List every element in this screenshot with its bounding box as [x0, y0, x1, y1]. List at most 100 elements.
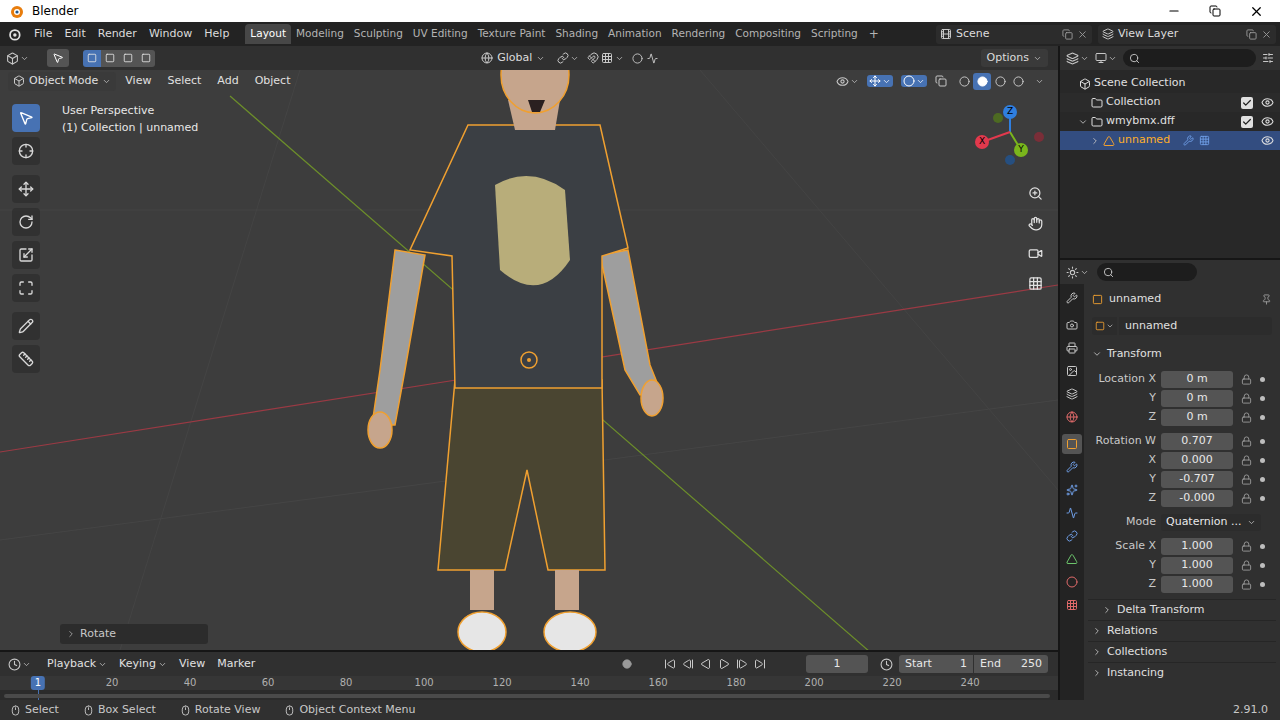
- workspace-tab[interactable]: Shading: [550, 24, 603, 44]
- viewport-menu-item[interactable]: View: [118, 73, 158, 90]
- property-field[interactable]: -0.707: [1161, 471, 1233, 488]
- tool-button[interactable]: [12, 104, 40, 132]
- properties-tab[interactable]: [1062, 549, 1082, 569]
- select-mode-button[interactable]: [119, 50, 137, 67]
- character-model[interactable]: [368, 70, 663, 650]
- proportional-edit-button[interactable]: [632, 53, 658, 64]
- menu-item[interactable]: Edit: [58, 26, 91, 43]
- lock-icon[interactable]: [1241, 393, 1252, 404]
- expanded-icon[interactable]: [1078, 117, 1088, 127]
- keyframe-dot[interactable]: [1260, 496, 1265, 501]
- menu-item[interactable]: File: [28, 26, 58, 43]
- keyframe-back-icon[interactable]: [682, 658, 694, 670]
- play-icon[interactable]: [718, 658, 730, 670]
- lock-icon[interactable]: [1241, 474, 1252, 485]
- viewport-area[interactable]: Object ModeViewSelectAddObjectUser Persp…: [0, 70, 1058, 650]
- workspace-tab[interactable]: Animation: [603, 24, 667, 44]
- tool-button[interactable]: [12, 241, 40, 269]
- workspace-tab[interactable]: UV Editing: [408, 24, 473, 44]
- property-dropdown[interactable]: Quaternion ...: [1161, 514, 1261, 531]
- property-field[interactable]: -0.000: [1161, 490, 1233, 507]
- properties-tab[interactable]: [1062, 407, 1082, 427]
- keyframe-dot[interactable]: [1260, 458, 1265, 463]
- gizmo-axis[interactable]: X: [975, 135, 989, 149]
- visibility-icon[interactable]: [1261, 96, 1274, 109]
- preview-range-icon[interactable]: [880, 658, 893, 671]
- tool-button[interactable]: [12, 312, 40, 340]
- properties-tab[interactable]: [1062, 457, 1082, 477]
- xray-icon[interactable]: [935, 75, 947, 87]
- mode-dropdown[interactable]: Object Mode: [8, 72, 116, 91]
- keyframe-dot[interactable]: [1260, 396, 1265, 401]
- gizmo-axis[interactable]: Y: [1014, 143, 1028, 157]
- tool-button[interactable]: [12, 345, 40, 373]
- keyframe-dot[interactable]: [1260, 582, 1265, 587]
- outliner-search[interactable]: [1123, 49, 1256, 67]
- keyframe-dot[interactable]: [1260, 415, 1265, 420]
- visibility-button[interactable]: [836, 75, 859, 88]
- properties-tab[interactable]: [1062, 288, 1082, 308]
- timeline-menu[interactable]: Keying: [113, 656, 173, 673]
- blender-menu-icon[interactable]: [0, 27, 28, 41]
- gizmo-toggle[interactable]: [867, 75, 893, 87]
- workspace-tab[interactable]: Texture Paint: [473, 24, 551, 44]
- current-frame-field[interactable]: 1: [806, 655, 868, 673]
- subpanel-header[interactable]: Collections: [1088, 641, 1276, 662]
- keyframe-forward-icon[interactable]: [736, 658, 748, 670]
- collapsed-icon[interactable]: [1090, 136, 1100, 146]
- end-frame-field[interactable]: End250: [974, 655, 1048, 673]
- properties-tab[interactable]: [1062, 503, 1082, 523]
- outliner-row[interactable]: wmybmx.dff: [1060, 112, 1280, 131]
- property-field[interactable]: 1.000: [1161, 576, 1233, 593]
- display-mode-button[interactable]: [1095, 52, 1117, 64]
- outliner-row[interactable]: Collection: [1060, 93, 1280, 112]
- tool-button[interactable]: [12, 274, 40, 302]
- jump-start-icon[interactable]: [664, 658, 676, 670]
- subpanel-header[interactable]: Delta Transform: [1088, 599, 1276, 620]
- editor-type-button[interactable]: [1066, 266, 1089, 279]
- datablock-name-field[interactable]: unnamed: [1119, 317, 1272, 335]
- select-mode-button[interactable]: [101, 50, 119, 67]
- minimize-icon[interactable]: [1167, 4, 1181, 18]
- datablock-browse[interactable]: [1092, 317, 1117, 335]
- workspace-tab[interactable]: Modeling: [291, 24, 349, 44]
- properties-tab[interactable]: [1062, 572, 1082, 592]
- panel-header[interactable]: Transform: [1088, 344, 1276, 364]
- editor-type-button[interactable]: [8, 658, 31, 671]
- keyframe-dot[interactable]: [1260, 544, 1265, 549]
- workspace-tab[interactable]: Compositing: [730, 24, 806, 44]
- overlay-toggle[interactable]: [901, 75, 927, 87]
- tool-button[interactable]: [12, 175, 40, 203]
- properties-tab[interactable]: [1062, 315, 1082, 335]
- shading-button[interactable]: [973, 73, 991, 90]
- scene-selector[interactable]: Scene: [936, 25, 1092, 44]
- shading-button[interactable]: [1009, 73, 1027, 90]
- pin-icon[interactable]: [1261, 294, 1272, 305]
- outliner-row[interactable]: unnamed: [1060, 131, 1280, 150]
- keyframe-dot[interactable]: [1260, 563, 1265, 568]
- last-operator-panel[interactable]: Rotate: [60, 624, 208, 644]
- exclude-checkbox[interactable]: [1241, 97, 1253, 109]
- timeline-scrollbar[interactable]: [4, 694, 1050, 698]
- close-icon[interactable]: [1249, 4, 1264, 19]
- lock-icon[interactable]: [1241, 455, 1252, 466]
- property-field[interactable]: 0.000: [1161, 452, 1233, 469]
- transform-orientation-dropdown[interactable]: Global: [477, 49, 549, 67]
- new-scene-icon[interactable]: [1062, 29, 1073, 40]
- properties-search[interactable]: [1097, 263, 1197, 281]
- lock-icon[interactable]: [1241, 560, 1252, 571]
- subpanel-header[interactable]: Instancing: [1088, 662, 1276, 683]
- menu-item[interactable]: Help: [198, 26, 235, 43]
- properties-tab[interactable]: [1062, 361, 1082, 381]
- workspace-tab[interactable]: Sculpting: [349, 24, 408, 44]
- lock-icon[interactable]: [1241, 579, 1252, 590]
- options-dropdown[interactable]: Options: [981, 49, 1048, 67]
- navigation-gizmo[interactable]: ZYX: [970, 100, 1050, 172]
- new-view-layer-icon[interactable]: [1246, 29, 1257, 40]
- properties-tab[interactable]: [1062, 480, 1082, 500]
- timeline-menu[interactable]: View: [173, 656, 211, 673]
- delete-scene-icon[interactable]: [1077, 29, 1088, 40]
- menu-item[interactable]: Render: [92, 26, 143, 43]
- lock-icon[interactable]: [1241, 541, 1252, 552]
- keyframe-dot[interactable]: [1260, 377, 1265, 382]
